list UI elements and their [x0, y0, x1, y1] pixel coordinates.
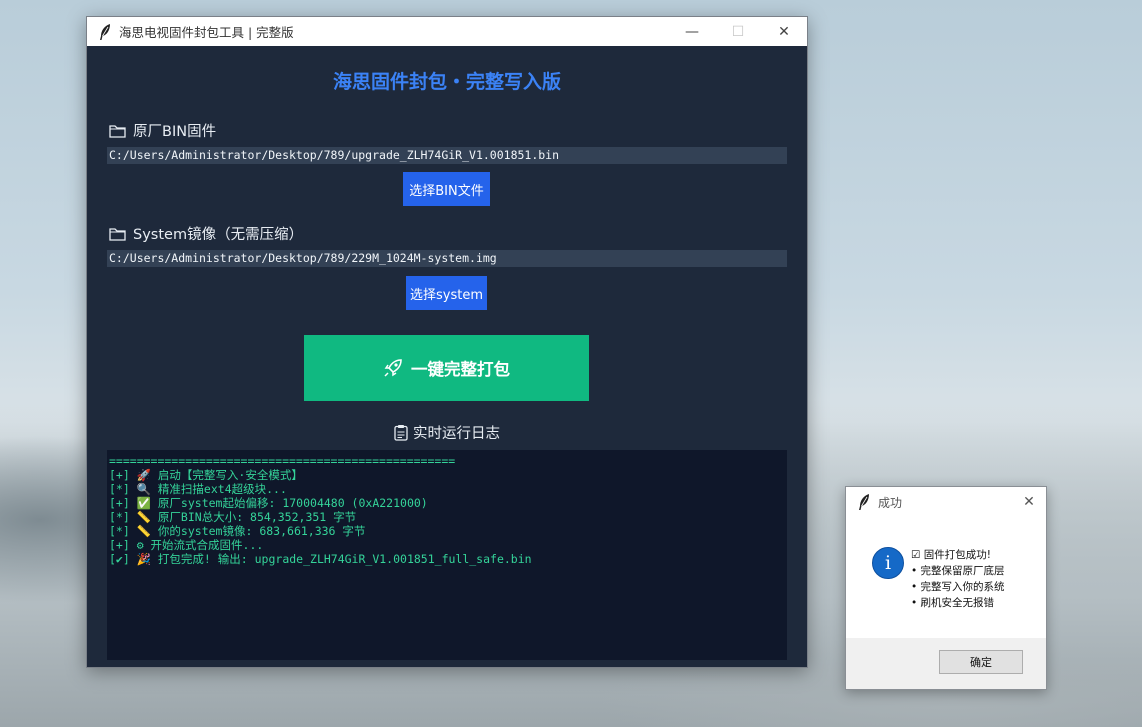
log-title: 实时运行日志 [87, 422, 807, 443]
dialog-message-line: ☑ 固件打包成功! [911, 549, 991, 561]
dialog-body: i ☑ 固件打包成功! • 完整保留原厂底层 • 完整写入你的系统 • 刷机安全… [846, 517, 1046, 638]
log-line: [+] ✅ 原厂system起始偏移: 170004480 (0xA221000… [109, 496, 428, 510]
feather-icon [856, 494, 872, 510]
dialog-footer: 确定 [846, 638, 1046, 689]
success-dialog: 成功 ✕ i ☑ 固件打包成功! • 完整保留原厂底层 • 完整写入你的系统 •… [845, 486, 1047, 690]
system-path-field[interactable]: C:/Users/Administrator/Desktop/789/229M_… [107, 250, 787, 267]
ok-button[interactable]: 确定 [939, 650, 1023, 674]
main-window: 海思电视固件封包工具 | 完整版 — ☐ ✕ 海思固件封包・完整写入版 原厂BI… [86, 16, 808, 668]
log-title-text: 实时运行日志 [413, 426, 500, 442]
title-bar[interactable]: 海思电视固件封包工具 | 完整版 — ☐ ✕ [87, 17, 807, 46]
system-label-text: System镜像（无需压缩） [133, 227, 304, 243]
bin-label-text: 原厂BIN固件 [133, 124, 217, 140]
dialog-message-line: • 刷机安全无报错 [911, 597, 995, 609]
feather-icon [97, 23, 113, 40]
app-heading: 海思固件封包・完整写入版 [332, 71, 561, 93]
dialog-close-button[interactable]: ✕ [1012, 494, 1046, 510]
rocket-icon [384, 359, 402, 377]
clipboard-icon [394, 425, 408, 441]
one-click-pack-button[interactable]: 一键完整打包 [304, 335, 589, 401]
folder-icon [109, 227, 126, 241]
pack-button-label: 一键完整打包 [411, 360, 510, 379]
log-line: ========================================… [109, 454, 456, 468]
window-title: 海思电视固件封包工具 | 完整版 [119, 25, 294, 40]
log-line: [+] 🚀 启动【完整写入·安全模式】 [109, 468, 303, 482]
folder-icon [109, 124, 126, 138]
log-console[interactable]: ========================================… [107, 450, 787, 660]
dialog-title: 成功 [878, 495, 903, 510]
close-button[interactable]: ✕ [761, 17, 807, 46]
info-icon: i [872, 547, 904, 579]
log-line: [*] 📏 你的system镜像: 683,661,336 字节 [109, 524, 366, 538]
dialog-message-line: • 完整保留原厂底层 [911, 565, 1005, 577]
bin-path-field[interactable]: C:/Users/Administrator/Desktop/789/upgra… [107, 147, 787, 164]
select-system-button[interactable]: 选择system [406, 276, 487, 310]
minimize-button[interactable]: — [669, 17, 715, 46]
log-line: [*] 📏 原厂BIN总大小: 854,352,351 字节 [109, 510, 357, 524]
maximize-button[interactable]: ☐ [715, 17, 761, 46]
dialog-title-bar[interactable]: 成功 ✕ [846, 487, 1046, 517]
log-line: [+] ⚙ 开始流式合成固件... [109, 538, 264, 552]
select-bin-button[interactable]: 选择BIN文件 [403, 172, 490, 206]
dialog-message: ☑ 固件打包成功! • 完整保留原厂底层 • 完整写入你的系统 • 刷机安全无报… [911, 547, 1005, 611]
bin-section-label: 原厂BIN固件 [109, 120, 216, 141]
dialog-message-line: • 完整写入你的系统 [911, 581, 1005, 593]
log-line: [✔] 🎉 打包完成! 输出: upgrade_ZLH74GiR_V1.0018… [109, 552, 532, 566]
system-section-label: System镜像（无需压缩） [109, 223, 303, 244]
log-line: [*] 🔍 精准扫描ext4超级块... [109, 482, 287, 496]
